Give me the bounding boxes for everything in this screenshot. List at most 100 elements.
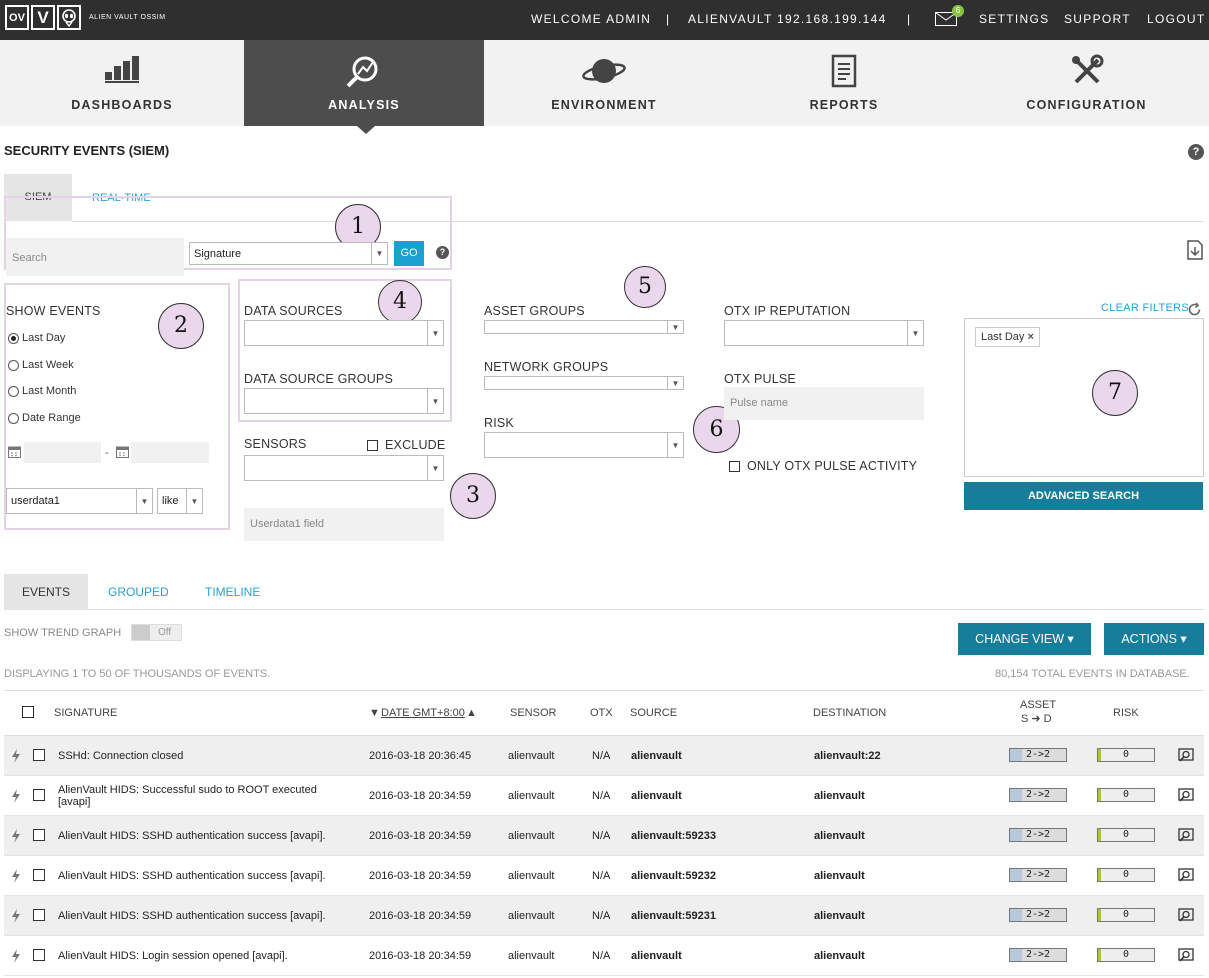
tab-events[interactable]: EVENTS bbox=[4, 574, 88, 610]
asset-groups-select[interactable]: ▼ bbox=[484, 320, 684, 334]
search-type-select[interactable]: Signature ▼ bbox=[189, 242, 388, 265]
date-from-input[interactable] bbox=[24, 442, 101, 463]
trend-graph-toggle[interactable]: Off bbox=[131, 624, 182, 641]
search-input[interactable]: Search bbox=[6, 238, 184, 276]
data-sources-select[interactable]: ▼ bbox=[244, 320, 444, 346]
col-date[interactable]: DATE GMT+8:00 bbox=[381, 707, 465, 719]
date-to-input[interactable] bbox=[131, 442, 209, 463]
signature-cell[interactable]: AlienVault HIDS: Login session opened [a… bbox=[58, 950, 338, 962]
col-sensor[interactable]: SENSOR bbox=[510, 707, 556, 719]
select-all-checkbox[interactable] bbox=[22, 706, 34, 721]
col-risk[interactable]: RISK bbox=[1113, 707, 1139, 719]
search-help-icon[interactable]: ? bbox=[436, 246, 449, 259]
signature-cell[interactable]: AlienVault HIDS: SSHD authentication suc… bbox=[58, 910, 338, 922]
go-button[interactable]: GO bbox=[394, 241, 424, 266]
destination-cell[interactable]: alienvault bbox=[814, 830, 865, 842]
pulse-name-input[interactable]: Pulse name bbox=[724, 387, 924, 420]
sensors-select[interactable]: ▼ bbox=[244, 455, 444, 481]
source-cell[interactable]: alienvault:59233 bbox=[631, 830, 716, 842]
source-cell[interactable]: alienvault bbox=[631, 750, 682, 762]
table-row[interactable]: AlienVault HIDS: SSHD authentication suc… bbox=[4, 816, 1204, 856]
nav-environment[interactable]: ENVIRONMENT bbox=[484, 40, 724, 126]
sensor-cell[interactable]: alienvault bbox=[508, 750, 554, 762]
col-destination[interactable]: DESTINATION bbox=[813, 707, 886, 719]
row-checkbox[interactable] bbox=[33, 789, 45, 804]
table-row[interactable]: AlienVault HIDS: Successful sudo to ROOT… bbox=[4, 776, 1204, 816]
operator-select[interactable]: like ▼ bbox=[157, 488, 203, 514]
view-details-icon[interactable] bbox=[1177, 828, 1195, 846]
view-details-icon[interactable] bbox=[1177, 788, 1195, 806]
support-link[interactable]: SUPPORT bbox=[1064, 12, 1131, 26]
calendar-icon[interactable] bbox=[116, 445, 129, 463]
risk-select[interactable]: ▼ bbox=[484, 432, 684, 458]
nav-analysis[interactable]: ANALYSIS bbox=[244, 40, 484, 126]
exclude-checkbox[interactable] bbox=[367, 438, 378, 456]
view-details-icon[interactable] bbox=[1177, 908, 1195, 926]
calendar-icon[interactable] bbox=[8, 445, 21, 463]
otx-ip-reputation-select[interactable]: ▼ bbox=[724, 320, 924, 346]
destination-cell[interactable]: alienvault bbox=[814, 910, 865, 922]
destination-cell[interactable]: alienvault:22 bbox=[814, 750, 881, 762]
radio-last-day[interactable]: Last Day bbox=[8, 332, 65, 344]
tab-timeline[interactable]: TIMELINE bbox=[205, 585, 260, 599]
logout-link[interactable]: LOGOUT bbox=[1147, 12, 1205, 26]
source-cell[interactable]: alienvault bbox=[631, 950, 682, 962]
nav-reports[interactable]: REPORTS bbox=[724, 40, 964, 126]
help-icon[interactable]: ? bbox=[1188, 144, 1204, 160]
signature-cell[interactable]: AlienVault HIDS: SSHD authentication suc… bbox=[58, 870, 338, 882]
radio-last-month[interactable]: Last Month bbox=[8, 385, 76, 397]
col-source[interactable]: SOURCE bbox=[630, 707, 677, 719]
view-details-icon[interactable] bbox=[1177, 748, 1195, 766]
userdata-field-select[interactable]: userdata1 ▼ bbox=[6, 488, 153, 514]
signature-cell[interactable]: SSHd: Connection closed bbox=[58, 750, 338, 762]
signature-cell[interactable]: AlienVault HIDS: Successful sudo to ROOT… bbox=[58, 784, 338, 808]
row-checkbox[interactable] bbox=[33, 829, 45, 844]
sensor-cell[interactable]: alienvault bbox=[508, 950, 554, 962]
radio-button[interactable] bbox=[8, 359, 19, 371]
logo[interactable]: OV V bbox=[5, 5, 81, 30]
view-details-icon[interactable] bbox=[1177, 868, 1195, 886]
radio-button[interactable] bbox=[8, 332, 19, 344]
row-checkbox[interactable] bbox=[33, 869, 45, 884]
radio-button[interactable] bbox=[8, 385, 19, 397]
source-cell[interactable]: alienvault:59232 bbox=[631, 870, 716, 882]
view-details-icon[interactable] bbox=[1177, 948, 1195, 966]
change-view-button[interactable]: CHANGE VIEW ▾ bbox=[958, 623, 1091, 655]
sensor-cell[interactable]: alienvault bbox=[508, 790, 554, 802]
clear-filters-link[interactable]: CLEAR FILTERS bbox=[1101, 302, 1189, 314]
col-signature[interactable]: SIGNATURE bbox=[54, 707, 117, 719]
actions-button[interactable]: ACTIONS ▾ bbox=[1104, 623, 1204, 655]
settings-link[interactable]: SETTINGS bbox=[979, 12, 1049, 26]
table-row[interactable]: SSHd: Connection closed 2016-03-18 20:36:… bbox=[4, 736, 1204, 776]
sort-asc-icon[interactable]: ▲ bbox=[466, 707, 477, 719]
sort-desc-icon[interactable]: ▼ bbox=[369, 707, 380, 719]
nav-configuration[interactable]: CONFIGURATION bbox=[964, 40, 1209, 126]
sensor-cell[interactable]: alienvault bbox=[508, 870, 554, 882]
advanced-search-button[interactable]: ADVANCED SEARCH bbox=[964, 482, 1203, 510]
table-row[interactable]: AlienVault HIDS: SSHD authentication suc… bbox=[4, 856, 1204, 896]
destination-cell[interactable]: alienvault bbox=[814, 790, 865, 802]
table-row[interactable]: AlienVault HIDS: Login session opened [a… bbox=[4, 936, 1204, 976]
sensor-cell[interactable]: alienvault bbox=[508, 910, 554, 922]
table-row[interactable]: AlienVault HIDS: SSHD authentication suc… bbox=[4, 896, 1204, 936]
radio-button[interactable] bbox=[8, 412, 19, 424]
tab-grouped[interactable]: GROUPED bbox=[108, 585, 169, 599]
sensor-cell[interactable]: alienvault bbox=[508, 830, 554, 842]
source-cell[interactable]: alienvault bbox=[631, 790, 682, 802]
source-cell[interactable]: alienvault:59231 bbox=[631, 910, 716, 922]
col-otx[interactable]: OTX bbox=[590, 707, 613, 719]
network-groups-select[interactable]: ▼ bbox=[484, 376, 684, 390]
row-checkbox[interactable] bbox=[33, 949, 45, 964]
row-checkbox[interactable] bbox=[33, 749, 45, 764]
download-icon[interactable] bbox=[1186, 240, 1204, 265]
remove-filter-icon[interactable]: × bbox=[1027, 331, 1033, 343]
col-asset[interactable]: ASSET bbox=[1020, 699, 1056, 711]
only-otx-checkbox[interactable] bbox=[729, 459, 740, 477]
signature-cell[interactable]: AlienVault HIDS: SSHD authentication suc… bbox=[58, 830, 338, 842]
data-source-groups-select[interactable]: ▼ bbox=[244, 388, 444, 414]
nav-dashboards[interactable]: DASHBOARDS bbox=[0, 40, 244, 126]
userdata-value-input[interactable]: Userdata1 field bbox=[244, 508, 444, 541]
radio-date-range[interactable]: Date Range bbox=[8, 412, 81, 424]
row-checkbox[interactable] bbox=[33, 909, 45, 924]
destination-cell[interactable]: alienvault bbox=[814, 950, 865, 962]
